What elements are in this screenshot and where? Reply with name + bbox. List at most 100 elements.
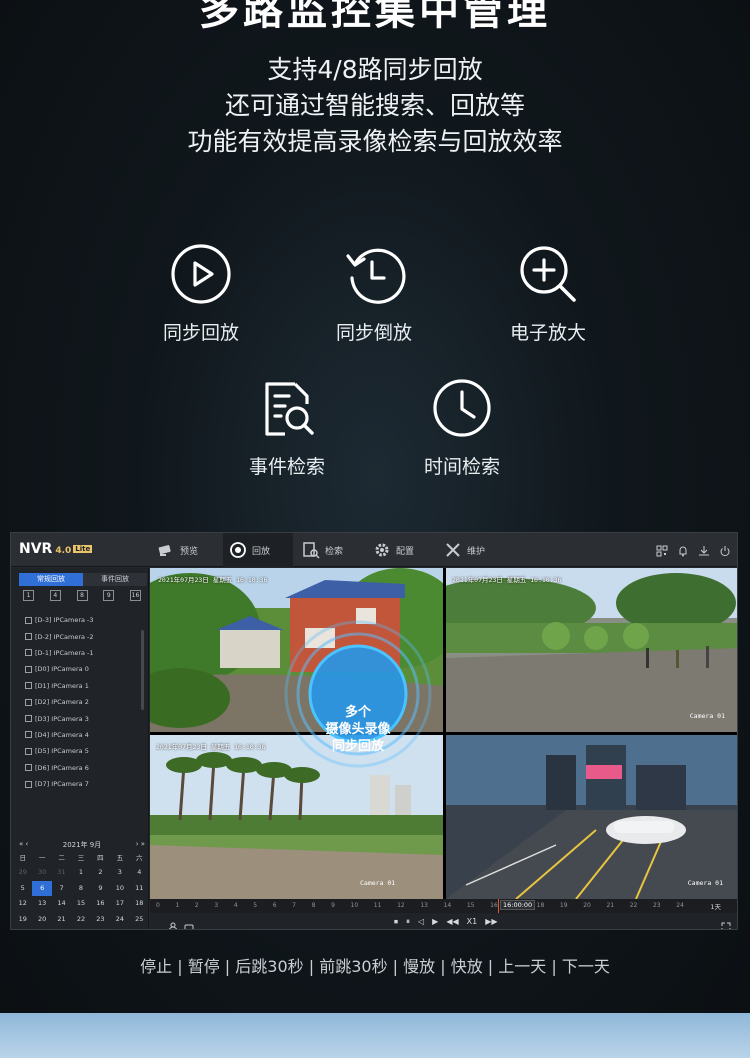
calendar-day[interactable]: 12: [13, 896, 32, 912]
calendar-day[interactable]: 16: [91, 896, 110, 912]
checkbox[interactable]: [25, 682, 32, 690]
layout-4[interactable]: 4: [49, 590, 61, 601]
timeline-duration[interactable]: 1天: [710, 901, 721, 911]
calendar-day[interactable]: 29: [13, 865, 32, 881]
calendar-day[interactable]: 29: [71, 927, 90, 929]
checkbox[interactable]: [25, 698, 32, 706]
camera-item[interactable]: [D6] IPCamera 6: [25, 760, 143, 776]
timeline-cursor[interactable]: [498, 899, 499, 913]
nav-search[interactable]: 检索: [302, 533, 372, 567]
camera-item[interactable]: [D1] IPCamera 1: [25, 678, 143, 694]
calendar-next[interactable]: › »: [136, 840, 145, 850]
calendar-day[interactable]: 26: [13, 927, 32, 929]
checkbox[interactable]: [25, 764, 32, 772]
nav-playback[interactable]: 回放: [223, 533, 293, 567]
camera-item[interactable]: [D0] IPCamera 0: [25, 661, 143, 677]
video-cell-plaza[interactable]: 2021年07月23日 星期五 16:10:36 Camera 01: [446, 568, 737, 732]
calendar-day[interactable]: 17: [110, 896, 129, 912]
calendar-day[interactable]: 18: [130, 896, 149, 912]
controls-caption: 停止 | 暂停 | 后跳30秒 | 前跳30秒 | 慢放 | 快放 | 上一天 …: [140, 957, 610, 976]
nav-preview[interactable]: 预览: [157, 533, 223, 567]
checkbox[interactable]: [25, 731, 32, 739]
calendar-day[interactable]: 30: [91, 927, 110, 929]
layout-16[interactable]: 16: [130, 590, 141, 601]
calendar-day[interactable]: 8: [71, 881, 90, 897]
layout-9[interactable]: 9: [103, 590, 115, 601]
checkbox[interactable]: [25, 633, 32, 641]
checkbox[interactable]: [25, 715, 32, 723]
playback-timeline[interactable]: 0123456789101112131415161718192021222324…: [150, 899, 737, 913]
calendar-day[interactable]: 23: [91, 912, 110, 928]
camera-item[interactable]: [D5] IPCamera 5: [25, 743, 143, 759]
calendar-day[interactable]: 9: [91, 881, 110, 897]
timeline-hour: 1: [175, 902, 180, 909]
calendar-day[interactable]: 31: [52, 865, 71, 881]
user-icon[interactable]: [168, 917, 178, 929]
calendar-day[interactable]: 3: [110, 865, 129, 881]
step-back-button[interactable]: ◁: [418, 917, 424, 927]
camera-list-scrollbar[interactable]: [141, 630, 144, 710]
calendar-day[interactable]: 7: [52, 881, 71, 897]
calendar-day[interactable]: 10: [110, 881, 129, 897]
calendar-day[interactable]: 25: [130, 912, 149, 928]
camera-item[interactable]: [D-1] IPCamera -1: [25, 645, 143, 661]
calendar-day[interactable]: 30: [32, 865, 51, 881]
camera-item[interactable]: [D4] IPCamera 4: [25, 727, 143, 743]
camera-item[interactable]: [D-3] IPCamera -3: [25, 612, 143, 628]
gear-icon: [375, 543, 389, 557]
power-icon[interactable]: [719, 542, 731, 557]
calendar-day[interactable]: 11: [130, 881, 149, 897]
calendar-day[interactable]: 6: [32, 880, 52, 896]
layout-1[interactable]: 1: [23, 590, 34, 601]
calendar-day[interactable]: 21: [52, 912, 71, 928]
sidebar-tabs: 常规回放 事件回放: [19, 573, 147, 586]
timeline-hour: 10: [350, 902, 359, 909]
tab-normal-playback[interactable]: 常规回放: [19, 573, 83, 586]
camera-item[interactable]: [D2] IPCamera 2: [25, 694, 143, 710]
play-button[interactable]: ▶: [432, 917, 438, 927]
checkbox[interactable]: [25, 747, 32, 755]
calendar-day[interactable]: 1: [110, 927, 129, 929]
fast-forward-button[interactable]: ▶▶: [485, 917, 497, 927]
car-icon[interactable]: [184, 917, 194, 929]
nav-maintenance[interactable]: 维护: [444, 533, 514, 567]
search-doc-icon: [303, 542, 320, 559]
download-icon[interactable]: [698, 542, 710, 556]
rewind-button[interactable]: ◀◀: [446, 917, 458, 927]
calendar-day[interactable]: 2: [91, 865, 110, 881]
calendar-day[interactable]: 24: [110, 912, 129, 928]
calendar-weekday: 日: [19, 854, 26, 862]
calendar-prev[interactable]: « ‹: [19, 840, 28, 850]
checkbox[interactable]: [25, 780, 32, 788]
fullscreen-icon[interactable]: [721, 917, 731, 929]
bell-icon[interactable]: [677, 542, 689, 557]
calendar-day[interactable]: 4: [130, 865, 149, 881]
camera-item[interactable]: [D-2] IPCamera -2: [25, 628, 143, 644]
layout-8[interactable]: 8: [76, 590, 88, 601]
video-cell-street[interactable]: Camera 01: [446, 735, 737, 899]
calendar-day[interactable]: 22: [71, 912, 90, 928]
calendar-day[interactable]: 13: [32, 896, 51, 912]
camera-item[interactable]: [D7] IPCamera 7: [25, 776, 143, 792]
calendar-day[interactable]: 20: [32, 912, 51, 928]
calendar-day[interactable]: 14: [52, 896, 71, 912]
nav-config[interactable]: 配置: [373, 533, 443, 567]
calendar-day[interactable]: 27: [32, 927, 51, 929]
pause-button[interactable]: ⏸: [406, 917, 410, 927]
calendar-day[interactable]: 2: [130, 927, 149, 929]
calendar-day[interactable]: 15: [71, 896, 90, 912]
stop-button[interactable]: ⏹: [394, 917, 398, 927]
calendar-day[interactable]: 19: [13, 912, 32, 928]
video-camera-name: Camera 01: [687, 879, 723, 887]
checkbox[interactable]: [25, 649, 32, 657]
checkbox[interactable]: [25, 616, 32, 624]
calendar-weekday: 三: [77, 854, 85, 862]
timeline-hour: 23: [652, 902, 661, 909]
calendar-day[interactable]: 1: [71, 865, 90, 881]
camera-item[interactable]: [D3] IPCamera 3: [25, 710, 143, 726]
qr-icon[interactable]: [656, 542, 668, 557]
tab-event-playback[interactable]: 事件回放: [83, 573, 147, 586]
checkbox[interactable]: [25, 665, 32, 673]
calendar-day[interactable]: 28: [52, 927, 71, 929]
calendar-day[interactable]: 5: [13, 881, 32, 897]
